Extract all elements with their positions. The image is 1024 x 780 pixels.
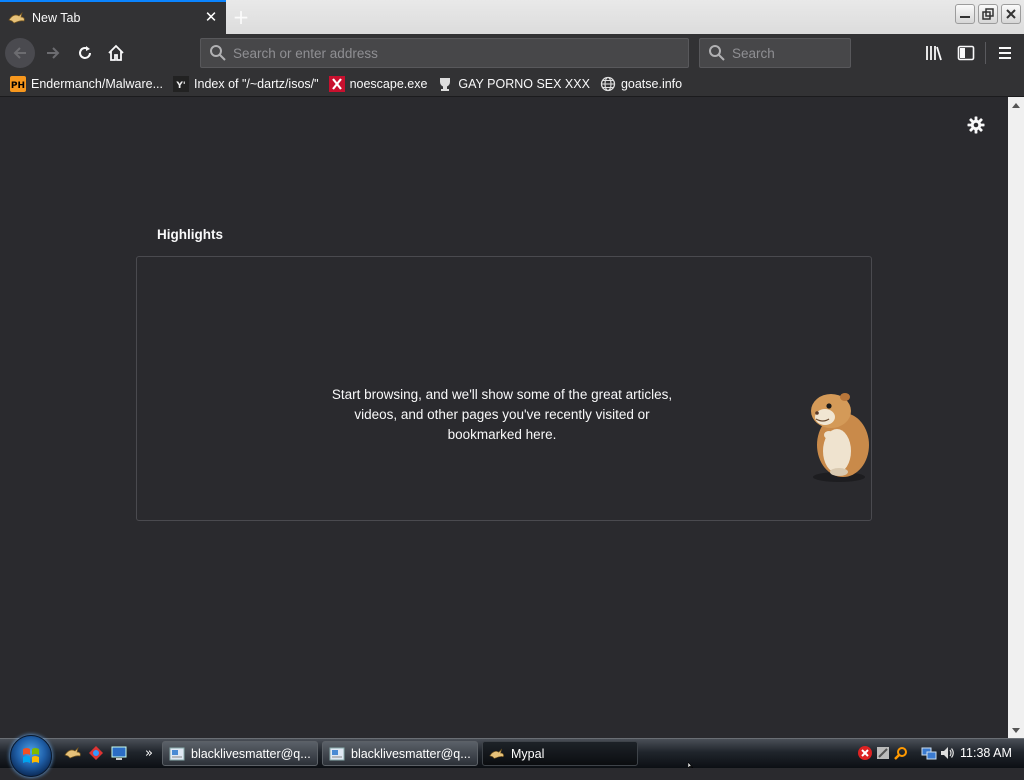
- reload-icon: [79, 46, 91, 59]
- mail-icon: [169, 747, 185, 760]
- mouse-cursor-icon: [688, 762, 694, 768]
- close-icon: [1006, 9, 1016, 19]
- library-button[interactable]: [919, 38, 949, 68]
- start-button[interactable]: [10, 735, 52, 777]
- show-desktop-icon: [111, 746, 127, 760]
- scroll-down-icon: [1012, 727, 1020, 733]
- new-tab-page: Highlights Start browsing, and we'll sho…: [0, 97, 1008, 738]
- forward-button[interactable]: [38, 38, 68, 68]
- search-icon: [210, 45, 226, 61]
- bookmark-item[interactable]: Y' Index of "/~dartz/isos/": [173, 76, 319, 92]
- mail-icon: [329, 747, 345, 760]
- search-bar[interactable]: [699, 38, 851, 68]
- tab-title: New Tab: [32, 11, 81, 25]
- quicklaunch-app[interactable]: [87, 744, 105, 762]
- hamster-illustration: [811, 393, 869, 482]
- home-icon: [108, 44, 124, 61]
- scroll-up-button[interactable]: [1008, 97, 1024, 113]
- bookmarks-toolbar: PH Endermanch/Malware... Y' Index of "/~…: [0, 72, 1024, 97]
- network-icon[interactable]: [921, 745, 937, 761]
- tab-new-tab[interactable]: New Tab ✕: [0, 2, 226, 34]
- bookmark-label: Endermanch/Malware...: [31, 77, 164, 91]
- bookmark-label: goatse.info: [620, 77, 683, 91]
- windows-logo-icon: [23, 748, 39, 763]
- quicklaunch-mypal[interactable]: [64, 744, 82, 762]
- forward-arrow-icon: [47, 47, 60, 59]
- globe-icon: [600, 76, 616, 92]
- mypal-icon: [64, 746, 81, 759]
- taskbar-button-label: blacklivesmatter@q...: [351, 746, 471, 761]
- yc-icon: Y': [173, 76, 190, 92]
- search-icon: [709, 45, 725, 61]
- app-icon: [89, 746, 103, 760]
- sidebar-icon: [957, 45, 975, 61]
- address-bar[interactable]: [200, 38, 689, 68]
- security-alert-icon[interactable]: [857, 745, 873, 761]
- bookmark-item[interactable]: noescape.exe: [328, 76, 428, 92]
- ph-icon: PH: [10, 76, 26, 92]
- bookmark-label: GAY PORNO SEX XXX: [458, 77, 590, 91]
- x-icon: [328, 76, 345, 92]
- bookmark-item[interactable]: PH Endermanch/Malware...: [10, 76, 163, 92]
- taskbar: » blacklivesmatter@q... blacklivesmatter…: [0, 735, 1024, 777]
- tab-close-icon[interactable]: ✕: [204, 10, 218, 25]
- bookmark-label: Index of "/~dartz/isos/": [194, 77, 319, 91]
- new-tab-button[interactable]: +: [230, 7, 252, 27]
- toolbar-divider: [985, 42, 986, 64]
- minimize-icon: [960, 16, 970, 18]
- taskbar-button[interactable]: blacklivesmatter@q...: [162, 741, 318, 766]
- scroll-up-icon: [1012, 102, 1020, 108]
- svg-text:Y': Y': [175, 81, 185, 91]
- minimize-button[interactable]: [955, 4, 975, 24]
- highlights-empty-state: Start browsing, and we'll show some of t…: [136, 256, 872, 521]
- hamburger-menu-icon: [999, 47, 1011, 59]
- back-button[interactable]: [5, 38, 35, 68]
- home-button[interactable]: [101, 38, 131, 68]
- highlights-heading: Highlights: [157, 227, 223, 242]
- svg-text:PH: PH: [11, 81, 25, 91]
- sidebar-toggle-button[interactable]: [951, 38, 981, 68]
- taskbar-overflow[interactable]: »: [140, 744, 158, 762]
- tray-app-icon[interactable]: [875, 745, 891, 761]
- tray-search-icon[interactable]: [893, 745, 909, 761]
- mypal-favicon-icon: [8, 11, 25, 24]
- bookmark-item[interactable]: GAY PORNO SEX XXX: [437, 76, 590, 92]
- reload-button[interactable]: [70, 38, 100, 68]
- search-input[interactable]: [732, 45, 850, 61]
- restore-icon: [982, 8, 994, 20]
- navigation-toolbar: [0, 34, 1024, 72]
- restore-button[interactable]: [978, 4, 998, 24]
- taskbar-button-label: Mypal: [511, 746, 545, 761]
- vertical-scrollbar[interactable]: [1008, 97, 1024, 738]
- taskbar-button-active[interactable]: Mypal: [482, 741, 638, 766]
- taskbar-clock[interactable]: 11:38 AM: [960, 746, 1012, 760]
- back-arrow-icon: [13, 47, 26, 59]
- taskbar-button[interactable]: blacklivesmatter@q...: [322, 741, 478, 766]
- window-close-button[interactable]: [1001, 4, 1021, 24]
- tab-strip: New Tab ✕ +: [0, 0, 1024, 34]
- volume-icon[interactable]: [939, 745, 955, 761]
- gear-icon[interactable]: [966, 115, 986, 135]
- library-icon: [926, 46, 942, 61]
- bookmark-item[interactable]: goatse.info: [600, 76, 682, 92]
- bookmark-label: noescape.exe: [349, 77, 428, 91]
- empty-state-message: Start browsing, and we'll show some of t…: [331, 387, 673, 442]
- quicklaunch-desktop[interactable]: [110, 744, 128, 762]
- scroll-down-button[interactable]: [1008, 722, 1024, 738]
- trophy-icon: [437, 76, 453, 92]
- url-input[interactable]: [233, 45, 688, 61]
- taskbar-button-label: blacklivesmatter@q...: [191, 746, 311, 761]
- mypal-icon: [489, 748, 504, 759]
- menu-button[interactable]: [990, 38, 1020, 68]
